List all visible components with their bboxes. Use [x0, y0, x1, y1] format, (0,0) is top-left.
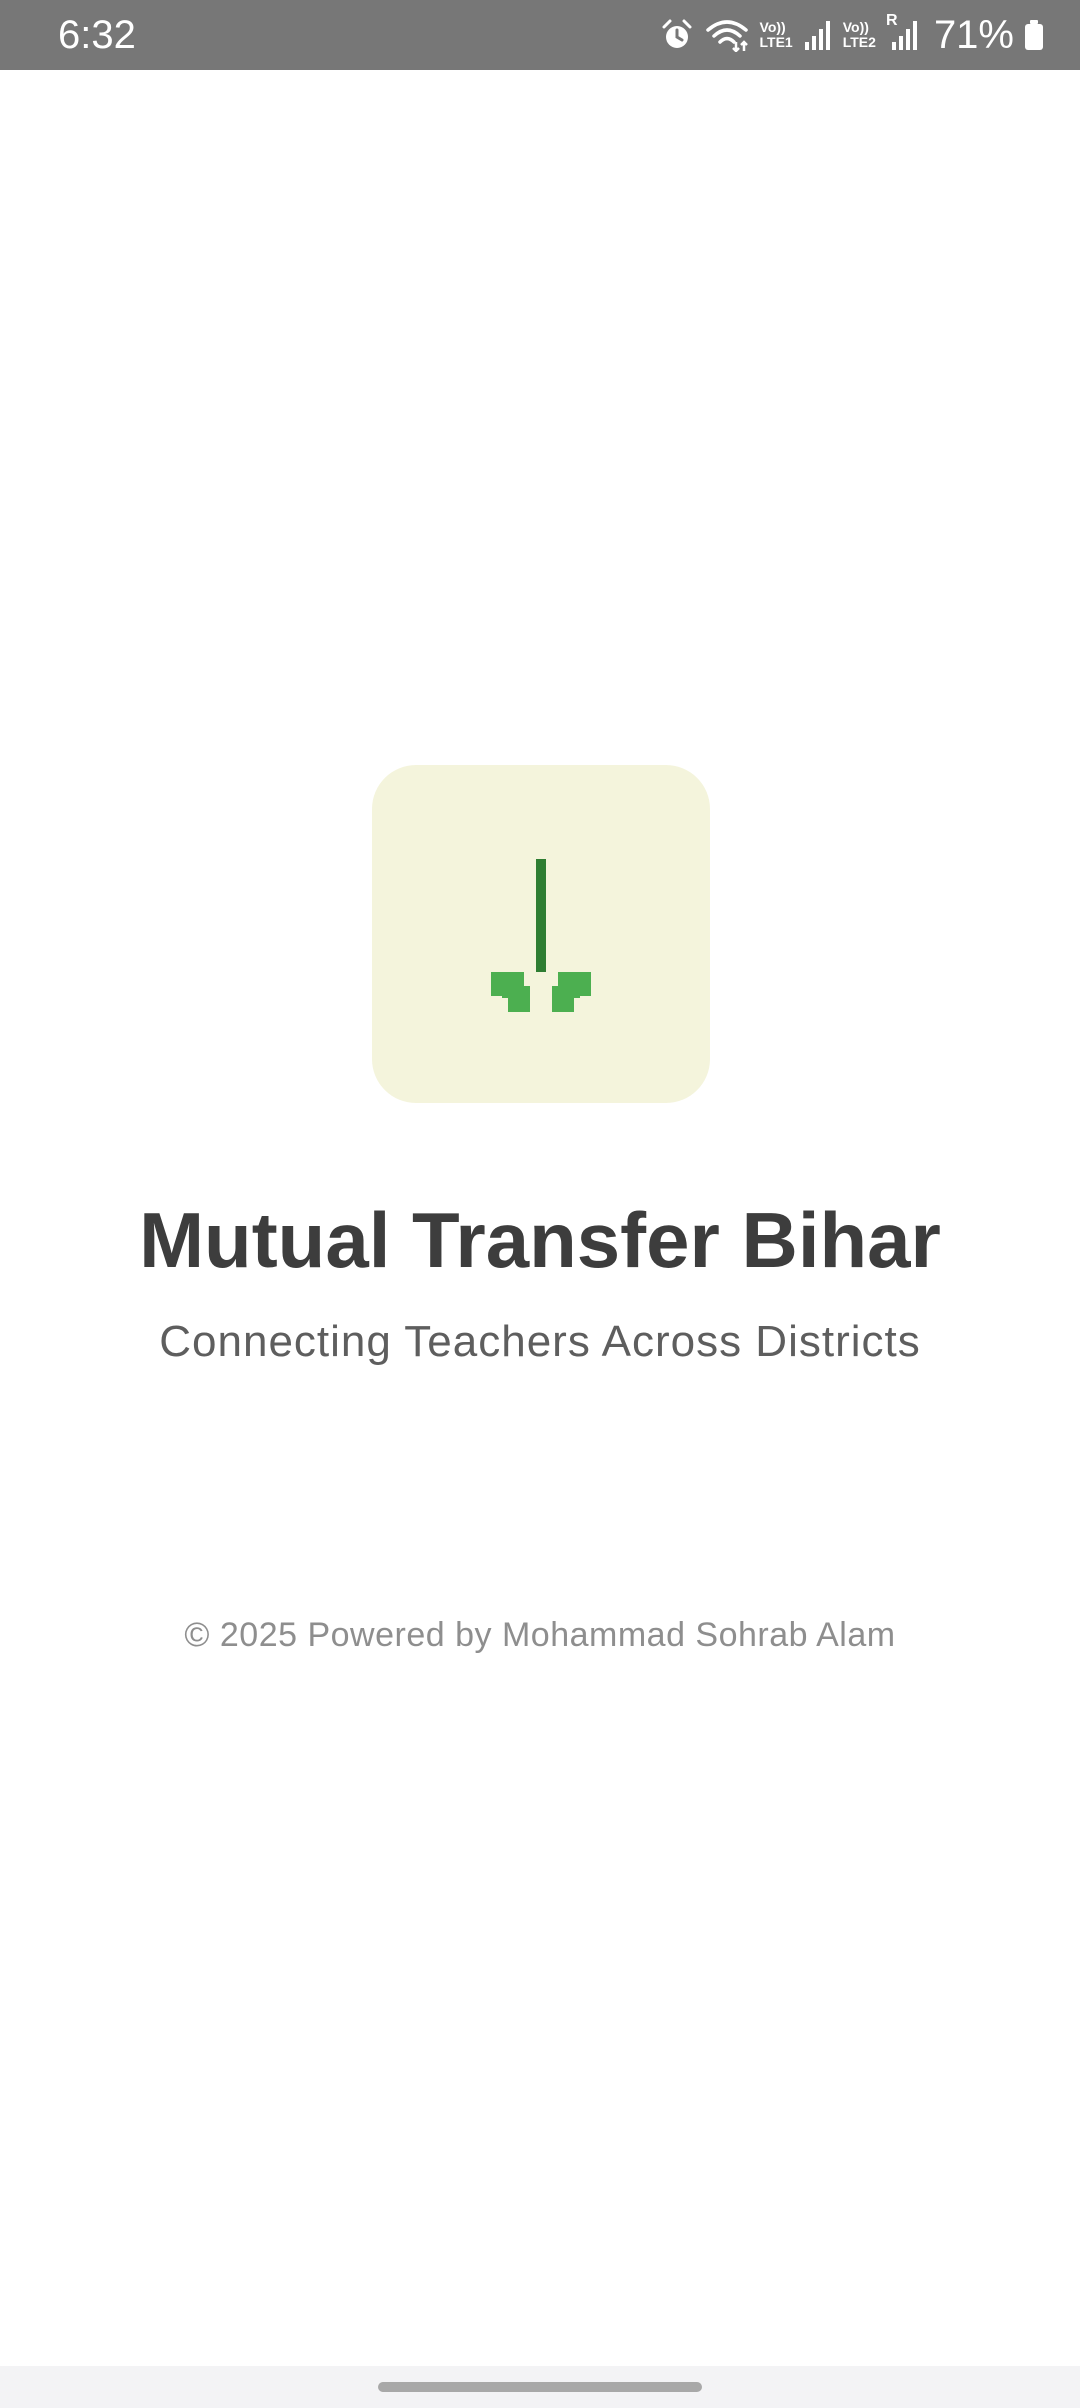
wifi-icon	[704, 18, 750, 52]
network-1-volte: Vo))	[759, 19, 786, 35]
home-handle[interactable]	[378, 2382, 702, 2392]
splash-screen: 6:32 Vo)) LTE1 Vo)) LTE2 R 71% Mutual Tr…	[0, 0, 1080, 2408]
network-1-type: LTE1	[759, 34, 793, 50]
copyright-text: © 2025 Powered by Mohammad Sohrab Alam	[184, 1616, 896, 1654]
status-time: 6:32	[58, 13, 136, 57]
app-logo	[372, 765, 710, 1103]
app-subtitle: Connecting Teachers Across Districts	[159, 1317, 921, 1366]
seedling-icon	[491, 859, 591, 1012]
battery-percent: 71%	[933, 13, 1014, 57]
signal-roaming-icon: R	[886, 12, 920, 52]
gesture-nav-bar	[0, 2366, 1080, 2408]
network-2-volte: Vo))	[842, 19, 869, 35]
network-2-label: Vo)) LTE2	[843, 20, 876, 50]
alarm-icon	[660, 18, 694, 52]
app-title: Mutual Transfer Bihar	[139, 1196, 941, 1284]
status-bar: 6:32 Vo)) LTE1 Vo)) LTE2 R 71%	[0, 0, 1080, 70]
battery-icon	[1024, 18, 1044, 52]
network-1-label: Vo)) LTE1	[760, 20, 793, 50]
network-2-type: LTE2	[842, 34, 876, 50]
signal-icon	[803, 18, 833, 52]
status-icons: Vo)) LTE1 Vo)) LTE2 R 71%	[660, 10, 1044, 60]
